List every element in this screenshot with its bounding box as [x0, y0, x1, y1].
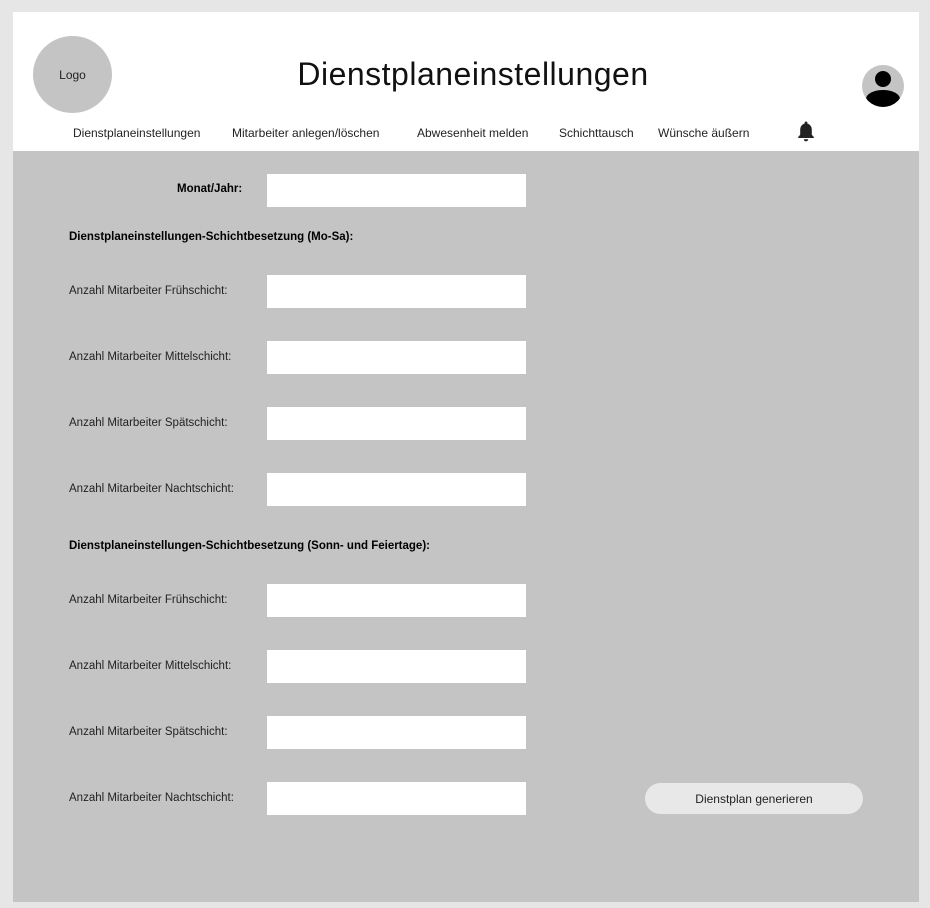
page-frame: Logo Dienstplaneinstellungen Dienstplane… [13, 12, 919, 902]
generate-schedule-button[interactable]: Dienstplan generieren [645, 783, 863, 814]
nav-schichttausch[interactable]: Schichttausch [559, 126, 634, 140]
holiday-nachtschicht-input[interactable] [267, 782, 526, 815]
holiday-fruehschicht-label: Anzahl Mitarbeiter Frühschicht: [69, 594, 228, 606]
holiday-mittelschicht-label: Anzahl Mitarbeiter Mittelschicht: [69, 660, 232, 672]
user-avatar[interactable] [862, 65, 904, 107]
nav-abwesenheit-melden[interactable]: Abwesenheit melden [417, 126, 528, 140]
weekday-nachtschicht-input[interactable] [267, 473, 526, 506]
page-title: Dienstplaneinstellungen [297, 56, 649, 92]
weekday-spaetschicht-input[interactable] [267, 407, 526, 440]
weekday-spaetschicht-label: Anzahl Mitarbeiter Spätschicht: [69, 417, 228, 429]
logo[interactable]: Logo [33, 36, 112, 113]
weekday-section-title: Dienstplaneinstellungen-Schichtbesetzung… [69, 231, 354, 243]
holiday-mittelschicht-input[interactable] [267, 650, 526, 683]
weekday-fruehschicht-label: Anzahl Mitarbeiter Frühschicht: [69, 285, 228, 297]
header: Logo Dienstplaneinstellungen Dienstplane… [13, 12, 919, 151]
weekday-nachtschicht-label: Anzahl Mitarbeiter Nachtschicht: [69, 483, 234, 495]
weekday-fruehschicht-input[interactable] [267, 275, 526, 308]
holiday-section-title: Dienstplaneinstellungen-Schichtbesetzung… [69, 540, 430, 552]
holiday-spaetschicht-label: Anzahl Mitarbeiter Spätschicht: [69, 726, 228, 738]
month-year-label: Monat/Jahr: [177, 183, 243, 195]
bell-icon[interactable] [794, 119, 818, 143]
weekday-mittelschicht-label: Anzahl Mitarbeiter Mittelschicht: [69, 351, 232, 363]
nav-wuensche-aeussern[interactable]: Wünsche äußern [658, 126, 749, 140]
user-icon [866, 71, 900, 107]
nav-dienstplaneinstellungen[interactable]: Dienstplaneinstellungen [73, 126, 200, 140]
weekday-mittelschicht-input[interactable] [267, 341, 526, 374]
holiday-spaetschicht-input[interactable] [267, 716, 526, 749]
holiday-fruehschicht-input[interactable] [267, 584, 526, 617]
nav-mitarbeiter-anlegen[interactable]: Mitarbeiter anlegen/löschen [232, 126, 379, 140]
logo-text: Logo [59, 67, 86, 82]
month-year-input[interactable] [267, 174, 526, 207]
holiday-nachtschicht-label: Anzahl Mitarbeiter Nachtschicht: [69, 792, 234, 804]
